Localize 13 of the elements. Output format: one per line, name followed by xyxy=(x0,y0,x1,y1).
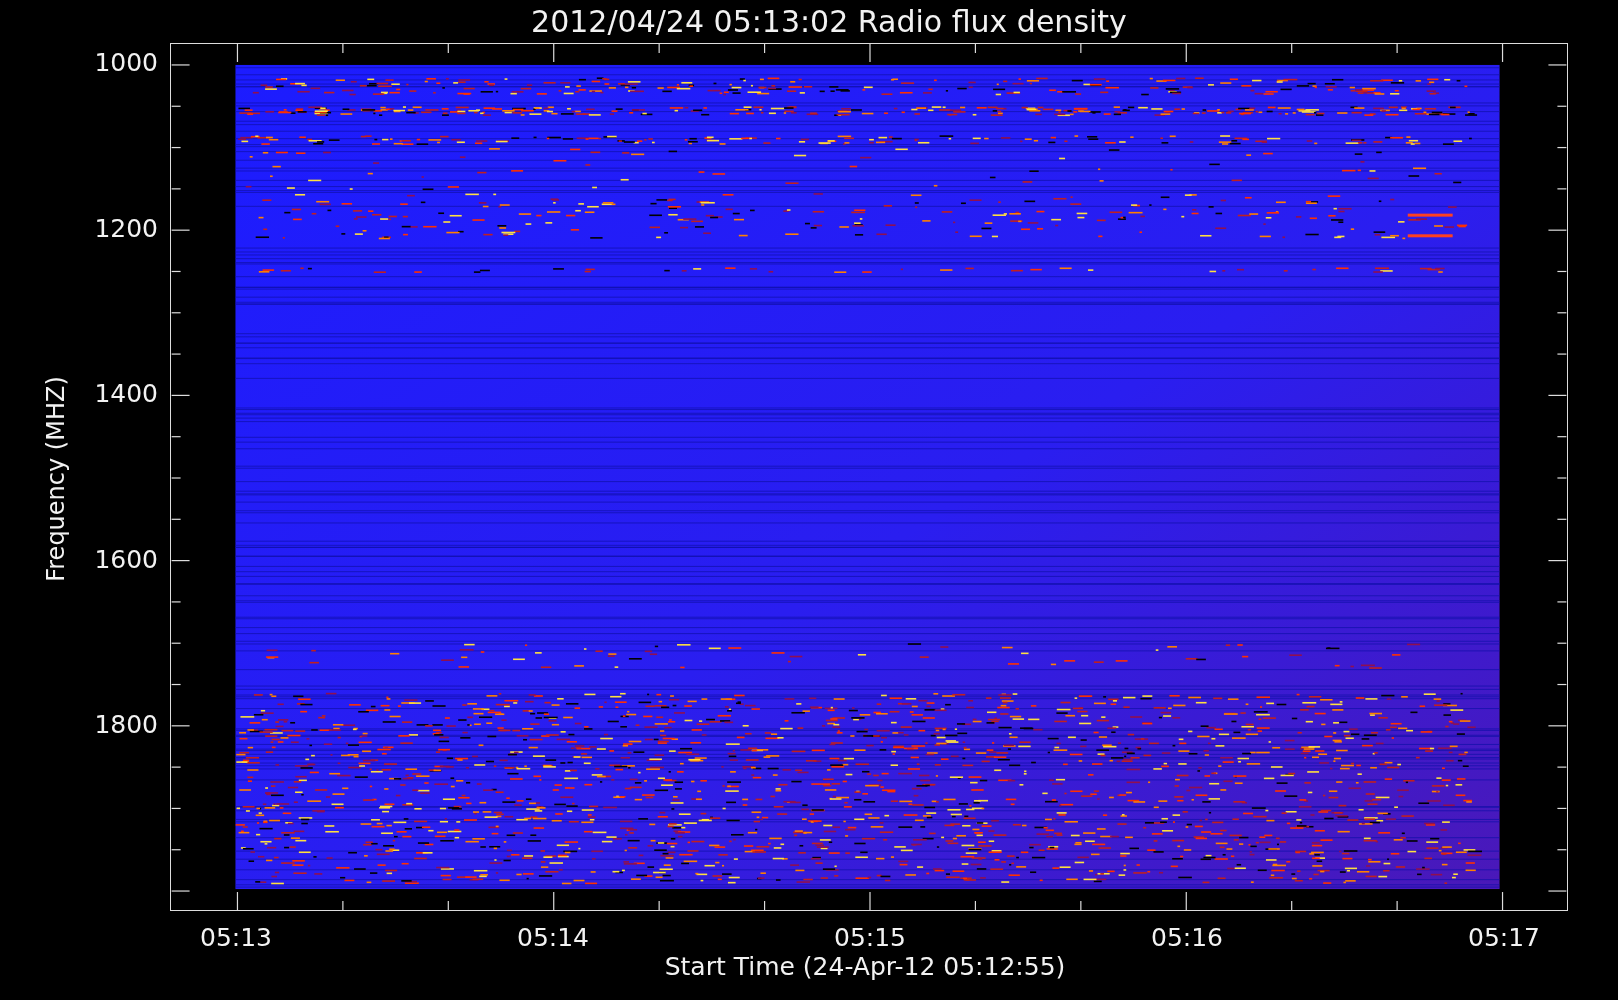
chart-title: 2012/04/24 05:13:02 Radio flux density xyxy=(531,4,1127,39)
y-tick-label: 1200 xyxy=(94,213,158,243)
x-tick-label: 05:14 xyxy=(517,922,589,952)
x-tick-label: 05:13 xyxy=(200,922,272,952)
y-tick-label: 1800 xyxy=(94,710,158,740)
x-axis-label: Start Time (24-Apr-12 05:12:55) xyxy=(664,951,1066,981)
y-tick-label: 1600 xyxy=(94,544,158,574)
x-tick-label: 05:15 xyxy=(834,922,906,952)
y-axis-label: Frequency (MHZ) xyxy=(42,376,70,582)
x-tick-label: 05:17 xyxy=(1468,922,1540,952)
x-tick-label: 05:16 xyxy=(1151,922,1223,952)
y-tick-label: 1000 xyxy=(94,48,158,77)
y-tick-label: 1400 xyxy=(94,379,158,409)
